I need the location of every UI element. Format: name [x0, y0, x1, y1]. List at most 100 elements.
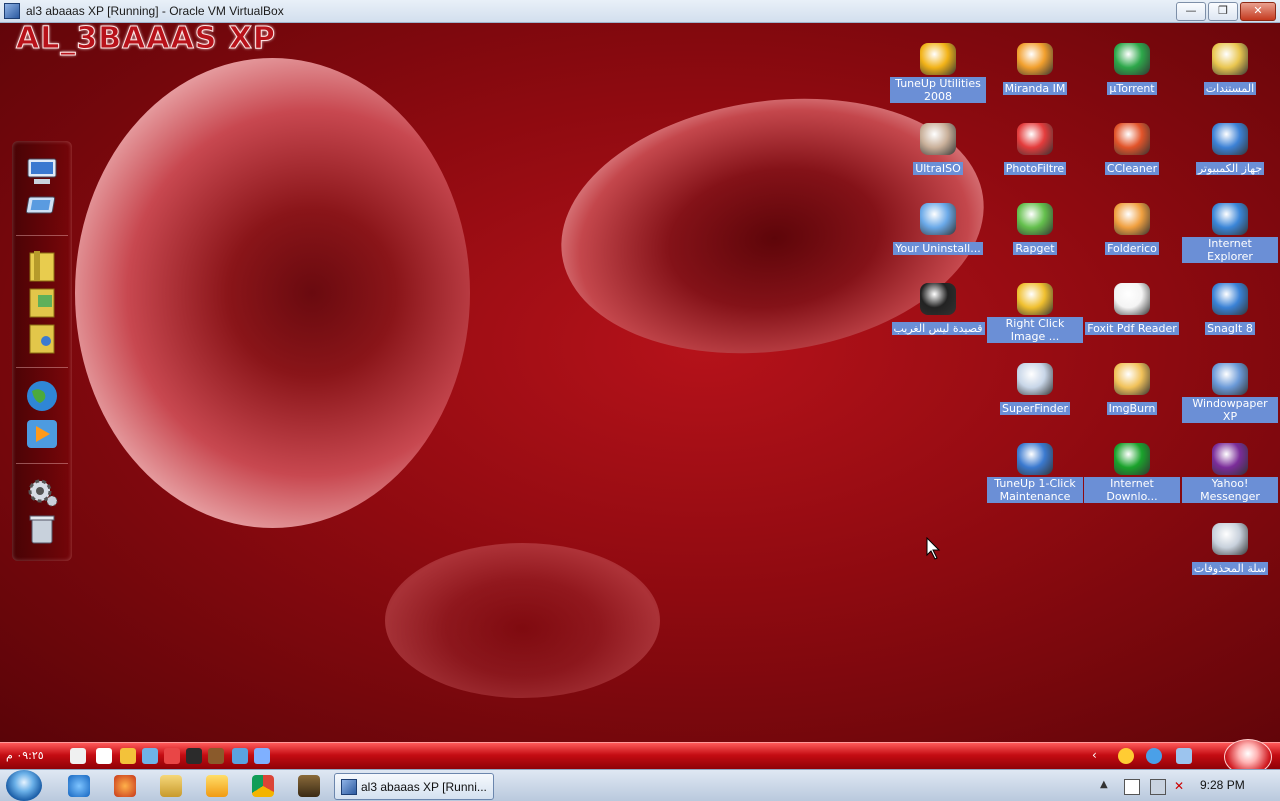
- desktop-icon-superfinder[interactable]: SuperFinder: [987, 363, 1083, 416]
- desktop-icon-ultraiso[interactable]: UltraISO: [890, 123, 986, 176]
- desktop-icon-foxit[interactable]: Foxit Pdf Reader: [1084, 283, 1180, 336]
- desktop-icon-documents-folder[interactable]: المستندات: [1182, 43, 1278, 96]
- internet-explorer-icon: [1212, 203, 1248, 235]
- restore-button[interactable]: ❐: [1208, 2, 1238, 21]
- desktop-icon-label: جهاز الكمبيوتر: [1195, 162, 1265, 175]
- guest-desktop[interactable]: AL_3BAAAS XP TuneUp Utilities 2008 Miran…: [0, 23, 1280, 742]
- desktop-icon-label: Internet Explorer: [1182, 237, 1278, 263]
- desktop-icon-photofiltre[interactable]: PhotoFiltre: [987, 123, 1083, 176]
- desktop-icon-idm[interactable]: Internet Downlo...: [1084, 443, 1180, 504]
- action-center-flag-icon[interactable]: [1124, 779, 1140, 795]
- desktop-icon-label: Your Uninstall...: [893, 242, 983, 255]
- my-computer-icon: [1212, 123, 1248, 155]
- desktop-icon-ccleaner[interactable]: CCleaner: [1084, 123, 1180, 176]
- desktop-icon-my-computer[interactable]: جهاز الكمبيوتر: [1182, 123, 1278, 176]
- guest-taskbar: ٠٩:٢٥ م ‹: [0, 739, 1280, 775]
- sync-icon[interactable]: [254, 748, 270, 764]
- host-taskbar: al3 abaaas XP [Runni... ▲ ✕ 9:28 PM: [0, 769, 1280, 801]
- desktop-icon-label: سلة المحذوفات: [1191, 562, 1269, 575]
- idm-icon: [1114, 443, 1150, 475]
- rapget-icon: [1017, 203, 1053, 235]
- desktop-icon-label: Yahoo! Messenger: [1182, 477, 1278, 503]
- foxit-icon: [1114, 283, 1150, 315]
- firefox-icon[interactable]: [114, 775, 136, 797]
- media-player-icon[interactable]: [206, 775, 228, 797]
- network-icon[interactable]: [24, 191, 60, 225]
- network-status-icon[interactable]: [232, 748, 248, 764]
- network-icon[interactable]: [1150, 779, 1166, 795]
- host-clock[interactable]: 9:28 PM: [1200, 778, 1245, 792]
- desktop-icon-miranda[interactable]: Miranda IM: [987, 43, 1083, 96]
- desktop-icon-uninstaller[interactable]: Your Uninstall...: [890, 203, 986, 256]
- minimize-button[interactable]: —: [1176, 2, 1206, 21]
- media-player-icon[interactable]: [24, 417, 60, 451]
- music-folder-icon[interactable]: [24, 321, 60, 355]
- folder-icon[interactable]: [24, 249, 60, 283]
- pen-icon[interactable]: [186, 748, 202, 764]
- desktop-icon-utorrent[interactable]: µTorrent: [1084, 43, 1180, 96]
- desktop-icon-label: Rapget: [1013, 242, 1057, 255]
- desktop-icon-tuneup[interactable]: TuneUp Utilities 2008: [890, 43, 986, 104]
- chevron-left-icon[interactable]: ‹: [1092, 748, 1108, 764]
- guest-taskbar-clock: ٠٩:٢٥ م: [6, 749, 44, 762]
- virtualbox-icon: [341, 778, 357, 795]
- desktop-icon-realplayer[interactable]: قصيدة ليس الغريب: [890, 283, 986, 336]
- show-hidden-icons-icon[interactable]: ▲: [1100, 779, 1114, 793]
- desktop-icon-yahoo-messenger[interactable]: Yahoo! Messenger: [1182, 443, 1278, 504]
- desktop-icon-label: Folderico: [1105, 242, 1159, 255]
- internet-explorer-icon[interactable]: [68, 775, 90, 797]
- messenger-smiley-icon[interactable]: [1118, 748, 1134, 764]
- volume-muted-icon[interactable]: ✕: [1174, 779, 1188, 793]
- desktop-icon-label: Internet Downlo...: [1084, 477, 1180, 503]
- app-icon[interactable]: [298, 775, 320, 797]
- antivirus-icon[interactable]: [164, 748, 180, 764]
- window-icon[interactable]: [142, 748, 158, 764]
- left-dock: [12, 141, 72, 561]
- desktop-icon-label: UltraISO: [913, 162, 963, 175]
- window-title: al3 abaaas XP [Running] - Oracle VM Virt…: [26, 4, 284, 18]
- recycle-bin-icon: [1212, 523, 1248, 555]
- desktop-icon-label: Foxit Pdf Reader: [1085, 322, 1179, 335]
- desktop-icon-rapget[interactable]: Rapget: [987, 203, 1083, 256]
- archive-icon[interactable]: [208, 748, 224, 764]
- desktop-icon-internet-explorer[interactable]: Internet Explorer: [1182, 203, 1278, 264]
- windows-start-button[interactable]: [6, 770, 42, 801]
- desktop-icon-right-click-image[interactable]: Right Click Image ...: [987, 283, 1083, 344]
- active-task-button[interactable]: al3 abaaas XP [Runni...: [334, 773, 494, 800]
- documents-folder-icon: [1212, 43, 1248, 75]
- virtualbox-icon: [4, 3, 20, 19]
- active-task-label: al3 abaaas XP [Runni...: [361, 779, 487, 794]
- desktop-icon-label: SuperFinder: [999, 402, 1071, 415]
- chrome-icon[interactable]: [252, 775, 274, 797]
- ccleaner-icon: [1114, 123, 1150, 155]
- settings-gear-icon[interactable]: [24, 475, 60, 509]
- desktop-icon-label: PhotoFiltre: [1003, 162, 1067, 175]
- pictures-folder-icon[interactable]: [24, 285, 60, 319]
- desktop-icon-imgburn[interactable]: ImgBurn: [1084, 363, 1180, 416]
- tool-icon[interactable]: [120, 748, 136, 764]
- desktop-icon-label: CCleaner: [1104, 162, 1160, 175]
- update-icon[interactable]: [1146, 748, 1162, 764]
- my-computer-icon[interactable]: [24, 155, 60, 189]
- volume-icon[interactable]: [70, 748, 86, 764]
- desktop-icon-windowpaper[interactable]: Windowpaper XP: [1182, 363, 1278, 424]
- uninstaller-icon: [920, 203, 956, 235]
- explorer-icon[interactable]: [160, 775, 182, 797]
- wallpaper-blood-cell: [385, 543, 660, 698]
- desktop-icon-label: TuneUp 1-Click Maintenance: [987, 477, 1083, 503]
- snagit-icon: [1212, 283, 1248, 315]
- desktop-icon-folderico[interactable]: Folderico: [1084, 203, 1180, 256]
- desktop-icon-recycle-bin[interactable]: سلة المحذوفات: [1182, 523, 1278, 576]
- desktop-icon-tuneup-maintenance[interactable]: TuneUp 1-Click Maintenance: [987, 443, 1083, 504]
- desktop-icon-snagit[interactable]: SnagIt 8: [1182, 283, 1278, 336]
- folderico-icon: [1114, 203, 1150, 235]
- mail-icon[interactable]: [96, 748, 112, 764]
- desktop-icon-label: Right Click Image ...: [987, 317, 1083, 343]
- close-button[interactable]: ✕: [1240, 2, 1276, 21]
- recycle-bin-icon[interactable]: [24, 511, 60, 545]
- desktop-icon-label: µTorrent: [1107, 82, 1157, 95]
- host-title-bar: al3 abaaas XP [Running] - Oracle VM Virt…: [0, 0, 1280, 23]
- display-icon[interactable]: [1176, 748, 1192, 764]
- desktop-brand-text: AL_3BAAAS XP: [16, 23, 276, 57]
- globe-icon[interactable]: [24, 379, 60, 413]
